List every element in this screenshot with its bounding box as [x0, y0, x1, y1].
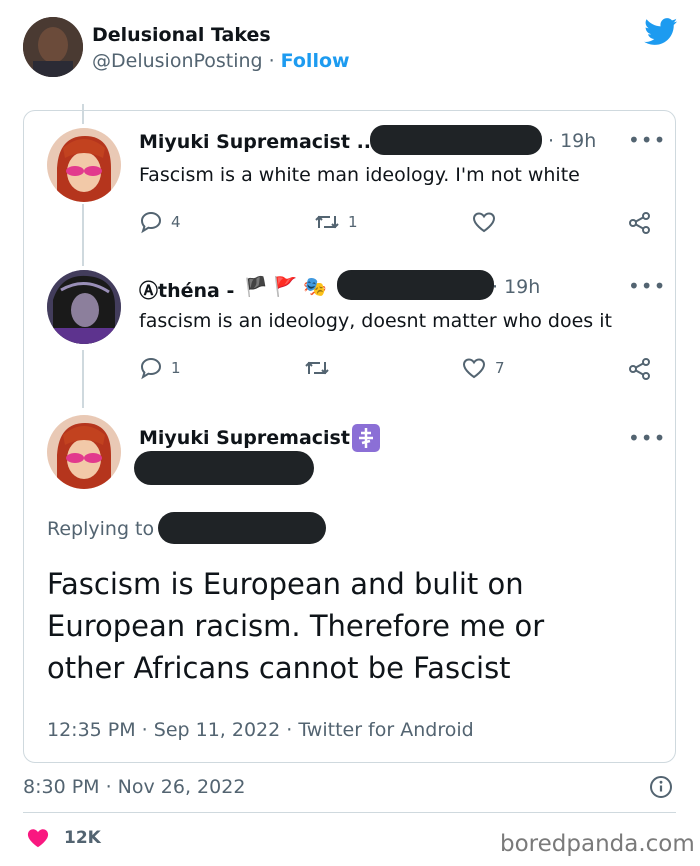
retweet-icon [304, 356, 330, 380]
tweet-time[interactable]: · 19h [492, 276, 540, 298]
tweet-author-name[interactable]: Miyuki Supremacist ... [139, 131, 378, 153]
main-tweet-meta[interactable]: 12:35 PM · Sep 11, 2022 · Twitter for An… [47, 719, 474, 741]
tweet-author-name[interactable]: Miyuki Supremacist [139, 427, 350, 449]
redacted-reply-handle [158, 512, 326, 544]
author-display-name[interactable]: Delusional Takes [92, 24, 271, 46]
tweet-avatar[interactable] [47, 270, 121, 344]
info-icon[interactable] [649, 775, 673, 799]
tweet-time[interactable]: · 19h [548, 130, 596, 152]
name-emojis: 🏴 🚩 🎭 [244, 276, 328, 298]
retweet-button[interactable] [304, 356, 338, 380]
twitter-bird-icon[interactable] [644, 18, 678, 46]
like-button[interactable]: 7 [461, 356, 505, 380]
tweet-avatar[interactable] [47, 415, 121, 489]
thread-line [82, 204, 84, 266]
reply-button[interactable]: 4 [139, 210, 181, 234]
thread-line [82, 104, 84, 124]
watermark: boredpanda.com [500, 831, 695, 857]
like-icon [461, 356, 487, 380]
redacted-handle [370, 125, 542, 155]
reply-icon [139, 210, 163, 234]
redacted-handle [134, 451, 314, 485]
more-icon[interactable]: ••• [628, 428, 666, 448]
author-avatar[interactable] [23, 17, 83, 77]
like-icon [471, 210, 497, 234]
like-count: 7 [495, 359, 505, 377]
divider [23, 812, 676, 813]
retweet-count: 1 [348, 213, 358, 231]
thread-line [82, 350, 84, 408]
retweet-icon [314, 210, 340, 234]
redacted-handle [337, 270, 494, 300]
share-icon[interactable] [627, 210, 653, 236]
author-handle-row: @DelusionPosting · Follow [92, 50, 350, 72]
main-tweet-text: Fascism is European and bulit on Europea… [47, 567, 545, 685]
retweet-button[interactable]: 1 [314, 210, 358, 234]
reply-count: 1 [171, 359, 181, 377]
more-icon[interactable]: ••• [628, 130, 666, 150]
reply-icon [139, 356, 163, 380]
tweet-author-name[interactable]: Ⓐthéna - [139, 276, 234, 303]
tweet-avatar[interactable] [47, 128, 121, 202]
author-handle[interactable]: @DelusionPosting [92, 50, 263, 72]
reply-count: 4 [171, 213, 181, 231]
more-icon[interactable]: ••• [628, 276, 666, 296]
follow-link[interactable]: Follow [281, 50, 350, 72]
cross-icon [352, 424, 380, 452]
reply-button[interactable]: 1 [139, 356, 181, 380]
replying-to-label: Replying to [47, 518, 155, 540]
tweet-text: Fascism is a white man ideology. I'm not… [139, 164, 580, 186]
like-button[interactable] [471, 210, 505, 234]
like-total: 12K [64, 828, 101, 848]
post-timestamp[interactable]: 8:30 PM · Nov 26, 2022 [23, 776, 245, 798]
tweet-text: fascism is an ideology, doesnt matter wh… [139, 310, 612, 332]
share-icon[interactable] [627, 356, 653, 382]
separator: · [268, 50, 275, 72]
heart-icon[interactable] [26, 827, 50, 849]
